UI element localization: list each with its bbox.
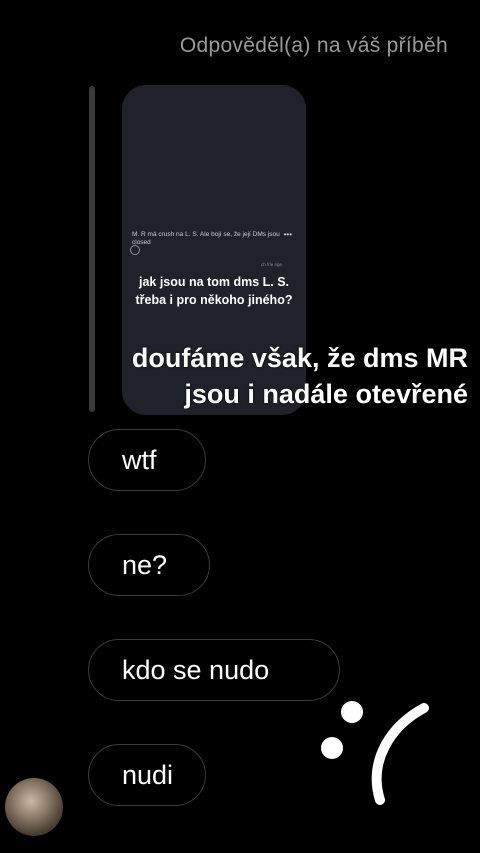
message-bubble[interactable]: kdo se nudo (88, 639, 340, 701)
sad-face-icon (321, 701, 429, 805)
tweet-meta: ch frie nge (260, 262, 282, 267)
message-bubble[interactable]: wtf (88, 429, 206, 491)
comment-icon (130, 245, 140, 255)
caption-line2: jsou i nadále otevřené (184, 379, 468, 409)
caption-line1: doufáme však, že dms MR (131, 343, 468, 373)
avatar[interactable] (5, 778, 63, 836)
story-overlay-text: jak jsou na tom dms L. S. třeba i pro ně… (122, 273, 306, 309)
message-text: ne? (122, 549, 168, 580)
story-overlay-line2: třeba i pro někoho jiného? (135, 293, 293, 307)
message-text: kdo se nudo (122, 654, 270, 685)
message-bubble[interactable]: ne? (88, 534, 210, 596)
more-options-icon: ••• (283, 230, 292, 239)
story-overlay-line1: jak jsou na tom dms L. S. (138, 275, 290, 289)
message-text: nudi (122, 759, 174, 790)
message-text: wtf (122, 444, 157, 475)
message-bubble[interactable]: nudi (88, 744, 206, 806)
tweet-text: M. R má crush na L. S. Ale bojí se, že j… (132, 231, 292, 247)
reply-header: Odpověděl(a) na váš příběh (179, 34, 448, 57)
tweet-body: M. R má crush na L. S. Ale bojí se, že j… (132, 231, 280, 246)
story-caption: doufáme však, že dms MR jsou i nadále ot… (28, 340, 468, 412)
